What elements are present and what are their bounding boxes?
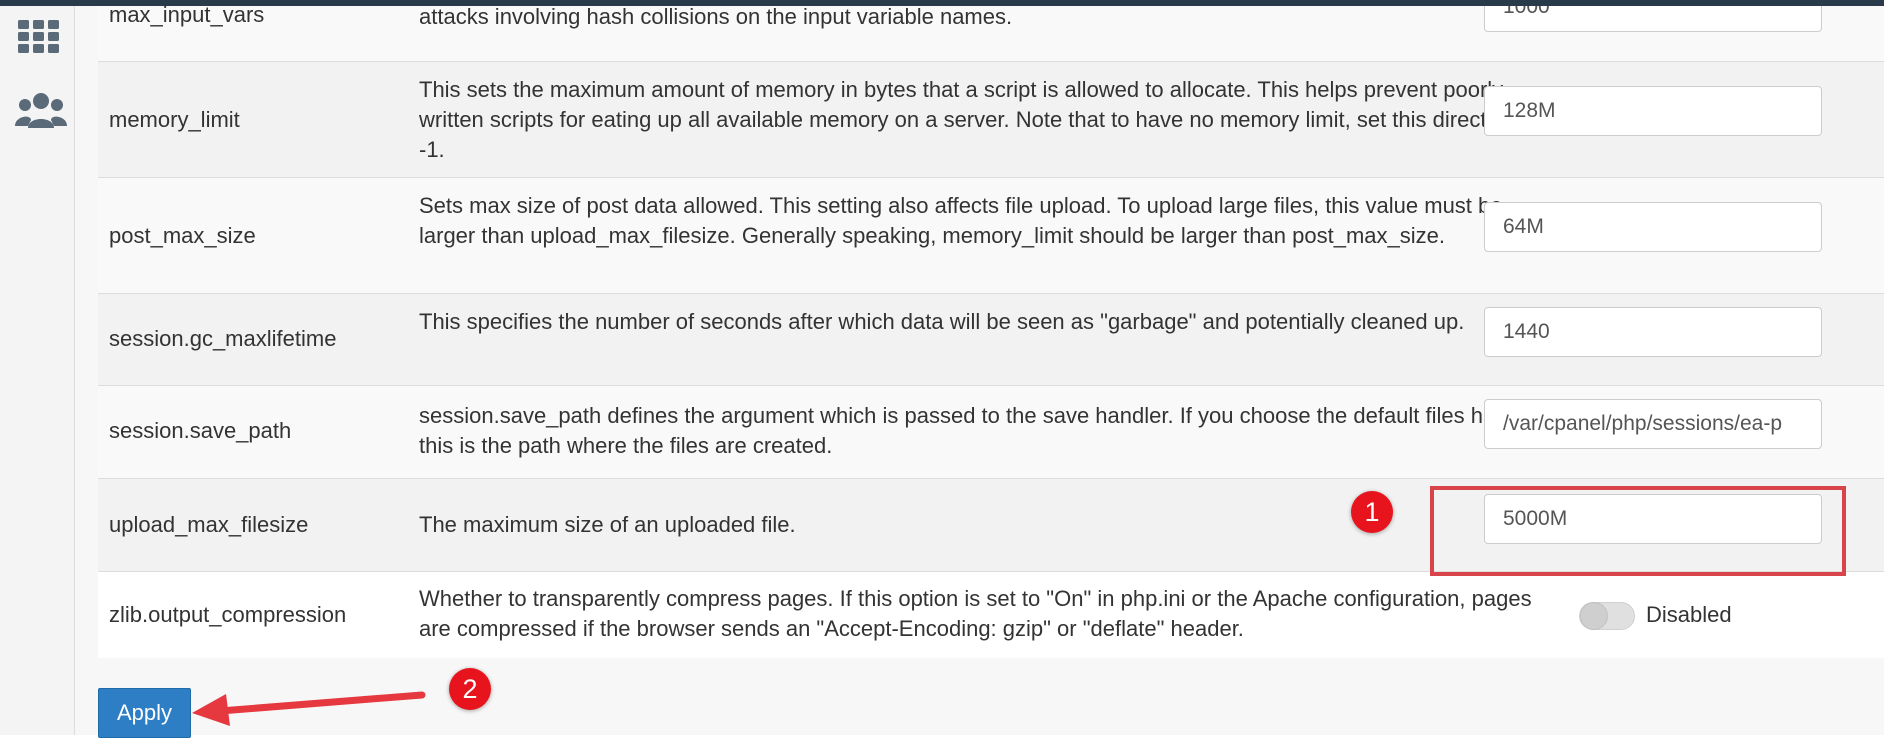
setting-value-input[interactable] [1484, 399, 1822, 449]
table-row: session.save_path session.save_path defi… [98, 386, 1884, 479]
setting-description: session.save_path defines the argument w… [419, 403, 1550, 458]
setting-name: session.save_path [109, 418, 292, 443]
setting-name: session.gc_maxlifetime [109, 326, 337, 351]
compression-toggle[interactable] [1579, 602, 1635, 630]
table-row: session.gc_maxlifetime This specifies th… [98, 294, 1884, 386]
grid-apps-icon[interactable] [14, 14, 68, 62]
table-row: memory_limit This sets the maximum amoun… [98, 62, 1884, 178]
php-ini-editor: max_input_vars This sets the maximum num… [75, 0, 1884, 735]
setting-description: Whether to transparently compress pages.… [419, 586, 1532, 641]
annotation-arrow-icon [192, 691, 426, 726]
setting-description: Sets max size of post data allowed. This… [419, 193, 1503, 248]
setting-value-input[interactable] [1484, 202, 1822, 252]
setting-name: upload_max_filesize [109, 512, 309, 537]
setting-name: memory_limit [109, 107, 240, 132]
setting-value-input[interactable] [1484, 307, 1822, 357]
table-row: zlib.output_compression Whether to trans… [98, 572, 1884, 658]
apply-button[interactable]: Apply [98, 688, 191, 738]
top-navigation-bar [0, 0, 1884, 6]
annotation-highlight-box [1430, 486, 1846, 576]
toggle-knob [1580, 602, 1608, 630]
table-row: post_max_size Sets max size of post data… [98, 178, 1884, 294]
annotation-badge-1: 1 [1351, 491, 1393, 533]
setting-description: This specifies the number of seconds aft… [419, 309, 1465, 334]
sidebar [0, 0, 75, 735]
table-row: max_input_vars This sets the maximum num… [98, 0, 1884, 62]
setting-value-input[interactable] [1484, 86, 1822, 136]
annotation-badge-2: 2 [449, 668, 491, 710]
setting-name: zlib.output_compression [109, 602, 347, 627]
toggle-status-label: Disabled [1646, 602, 1732, 627]
setting-description: This sets the maximum amount of memory i… [419, 77, 1540, 162]
users-icon[interactable] [14, 90, 68, 138]
setting-name: post_max_size [109, 223, 256, 248]
